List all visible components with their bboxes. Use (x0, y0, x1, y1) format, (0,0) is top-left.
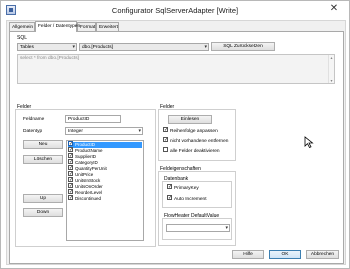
neu-button[interactable]: Neu (23, 140, 63, 149)
title-bar: Configurator SqlServerAdapter [Write] ✕ (1, 1, 349, 19)
field-row[interactable]: ✓ Discontinued (68, 195, 102, 202)
down-button[interactable]: Down (23, 208, 63, 217)
field-row-label: QuantityPerUnit (75, 166, 107, 171)
check-icon[interactable]: ✓ (68, 189, 73, 195)
sql-query-text: select * from dbo.[Products] (20, 56, 79, 61)
auto-increment-label: Auto Increment (174, 196, 207, 202)
check-icon[interactable]: ✓ (68, 183, 73, 189)
field-row-label: UnitsInStock (75, 178, 101, 183)
chevron-down-icon: ▾ (138, 128, 141, 134)
chevron-down-icon: ▾ (204, 44, 207, 50)
field-row-label: CategoryID (75, 160, 98, 165)
datentyp-value: Integer (68, 129, 83, 134)
option-entfernen[interactable]: ✓ nicht vorhandene entfernen (163, 137, 229, 144)
check-icon[interactable]: ✓ (68, 177, 73, 183)
primary-key-checkbox[interactable]: ✓ PrimaryKey (167, 184, 199, 191)
sql-table-combo[interactable]: dbo.[Products] ▾ (79, 43, 209, 51)
field-row-label: UnitPrice (75, 172, 94, 177)
datentyp-label: Datentyp (23, 129, 43, 134)
field-row-label: SupplierID (75, 154, 97, 159)
check-icon[interactable]: ✓ (167, 195, 172, 201)
field-row-label: Discontinued (75, 196, 102, 201)
tab-page-felder-datentypen: SQL Tables ▾ dbo.[Products] ▾ SQL Zurück… (9, 31, 344, 264)
window-title: Configurator SqlServerAdapter [Write] (111, 6, 239, 15)
option-reihenfolge-label: Reihenfolge anpassen (170, 128, 218, 134)
field-row-label: ProductName (75, 148, 103, 153)
option-deaktivieren-label: alle Felder deaktivieren (170, 148, 220, 154)
tab-felder-datentypen[interactable]: Felder / Datentypen (35, 21, 80, 32)
check-icon[interactable]: ✓ (68, 165, 73, 171)
configurator-window: Configurator SqlServerAdapter [Write] ✕ … (0, 0, 350, 269)
sql-query-textarea[interactable]: select * from dbo.[Products] ▴ ▾ (17, 54, 335, 84)
sql-group-label: SQL (17, 35, 28, 41)
feldname-field[interactable]: ProductID (65, 115, 121, 123)
option-deaktivieren[interactable]: alle Felder deaktivieren (163, 147, 220, 154)
chevron-down-icon: ▾ (225, 225, 228, 231)
check-icon[interactable]: ✓ (167, 184, 172, 190)
option-entfernen-label: nicht vorhandene entfernen (170, 138, 229, 144)
check-icon[interactable]: ✓ (163, 127, 168, 133)
check-icon[interactable]: ✓ (68, 153, 73, 159)
mouse-cursor-icon (304, 136, 314, 148)
primary-key-label: PrimaryKey (174, 185, 199, 191)
checkbox-empty-icon[interactable] (163, 147, 168, 152)
hilfe-button[interactable]: Hilfe (232, 250, 264, 259)
check-icon[interactable]: ✓ (68, 159, 73, 165)
scroll-down-icon[interactable]: ▾ (329, 78, 334, 83)
option-reihenfolge[interactable]: ✓ Reihenfolge anpassen (163, 127, 218, 134)
sql-table-value: dbo.[Products] (82, 45, 113, 50)
feldname-label: Feldname (23, 117, 45, 122)
field-row-label: ProductID (75, 142, 96, 147)
auto-increment-checkbox[interactable]: ✓ Auto Increment (167, 195, 207, 202)
up-button[interactable]: Up (23, 194, 63, 203)
ok-button[interactable]: OK (269, 250, 301, 259)
check-icon[interactable]: ✓ (68, 141, 73, 147)
chevron-down-icon: ▾ (72, 44, 75, 50)
flowheater-combo[interactable]: ▾ (166, 224, 230, 232)
scroll-up-icon[interactable]: ▴ (329, 55, 334, 60)
field-row-label: ReorderLevel (75, 190, 103, 195)
check-icon[interactable]: ✓ (68, 171, 73, 177)
fields-listbox[interactable]: ✓ ProductID ✓ ProductName ✓ SupplierID ✓ Cat… (66, 140, 144, 241)
datentyp-combo[interactable]: Integer ▾ (65, 127, 143, 135)
abbrechen-button[interactable]: Abbrechen (306, 250, 339, 259)
field-row-label: UnitsOnOrder (75, 184, 103, 189)
loeschen-button[interactable]: Löschen (23, 155, 63, 164)
sql-type-value: Tables (20, 45, 34, 50)
sql-scrollbar[interactable]: ▴ ▾ (328, 55, 334, 83)
check-icon[interactable]: ✓ (68, 147, 73, 153)
einlesen-button[interactable]: Einlesen (168, 115, 212, 124)
dialog-client: Allgemein Felder / Datentypen Format Erw… (6, 20, 346, 265)
sql-type-combo[interactable]: Tables ▾ (17, 43, 77, 51)
sql-reset-button[interactable]: SQL Zurücksetzen (211, 42, 275, 51)
check-icon[interactable]: ✓ (68, 195, 73, 201)
check-icon[interactable]: ✓ (163, 137, 168, 143)
close-icon[interactable]: ✕ (327, 3, 341, 15)
